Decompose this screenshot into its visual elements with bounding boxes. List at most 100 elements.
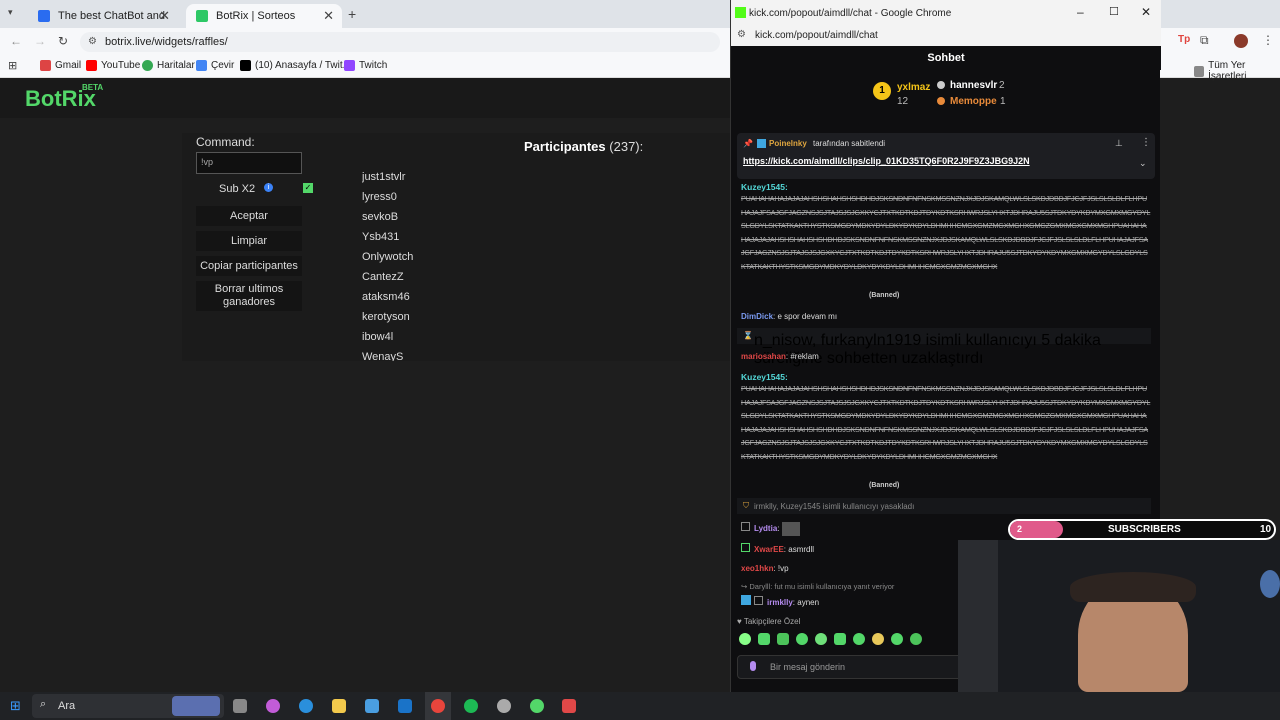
store-icon[interactable] (365, 699, 379, 713)
bookmark-twitch[interactable]: Twitch (344, 60, 387, 71)
notice-text: n_nisow, furkanyln1919 isimli kullanıcıy… (754, 332, 1101, 367)
site-info-icon[interactable]: ⚙ (88, 32, 97, 52)
kick-app-icon[interactable] (530, 699, 544, 713)
extension-icon[interactable]: Tp (1178, 34, 1190, 45)
bookmark-all[interactable]: Tüm Yer İşaretleri (1194, 60, 1280, 82)
new-tab-icon[interactable]: + (348, 6, 356, 22)
notice-text: irmklly, Kuzey1545 isimli kullanıcıyı ya… (754, 502, 915, 511)
pinned-link[interactable]: https://kick.com/aimdll/clips/clip_01KD3… (743, 156, 1030, 166)
message-text: : !vp (773, 564, 789, 573)
pinned-suffix: tarafından sabitlendi (813, 139, 886, 148)
list-item: ataksm46 (362, 291, 410, 303)
windows-start-icon[interactable]: ⊞ (10, 698, 21, 714)
extensions-icon[interactable]: ⧉ (1200, 33, 1209, 48)
maximize-icon[interactable]: ☐ (1109, 5, 1119, 18)
emote-icon[interactable] (853, 633, 865, 645)
apps-icon[interactable]: ⊞ (8, 59, 17, 72)
forward-icon[interactable]: → (34, 34, 46, 48)
twitch-icon (344, 60, 355, 71)
message-user[interactable]: Kuzey1545: (741, 372, 1151, 382)
bookmark-maps[interactable]: Haritalar (142, 60, 195, 71)
message-user[interactable]: xeo1hkn (741, 564, 773, 573)
menu-icon[interactable]: ⋮ (1262, 33, 1274, 47)
info-icon[interactable]: i (264, 183, 273, 192)
copilot-icon[interactable] (266, 699, 280, 713)
command-label: Command: (196, 135, 255, 149)
emote-icon[interactable] (758, 633, 770, 645)
supporter-name: hannesvlr (950, 80, 998, 91)
command-input[interactable]: !vp (196, 152, 302, 174)
participants-list[interactable]: just1stvlr lyress0 sevkoB Ysb431 Onlywot… (362, 171, 562, 361)
message-user[interactable]: Lydtia (754, 524, 777, 533)
followers-only-notice: ♥ Takipçilere Özel (737, 617, 800, 626)
bookmark-translate[interactable]: Çevir (196, 60, 234, 71)
badge-icon (754, 596, 763, 605)
url-field[interactable]: ⚙ botrix.live/widgets/raffles/ (80, 32, 720, 52)
chevron-down-icon[interactable]: ⌄ (1139, 158, 1147, 169)
chat-input[interactable]: Bir mesaj gönderin (737, 655, 967, 679)
close-icon[interactable]: ✕ (159, 8, 170, 24)
emote-icon[interactable] (739, 633, 751, 645)
page-content: BotRix BETA Command: !vp Sub X2 i ✓ Acep… (0, 78, 730, 692)
emote-icon[interactable] (910, 633, 922, 645)
tab-list-icon[interactable]: ▾ (8, 7, 13, 18)
chrome-icon[interactable] (431, 699, 445, 713)
hourglass-icon: ⌛ (743, 331, 753, 340)
spotify-icon[interactable] (464, 699, 478, 713)
bookmark-label: Tüm Yer İşaretleri (1208, 60, 1247, 82)
emote-icon[interactable] (872, 633, 884, 645)
supporter-count: 2 (999, 80, 1005, 91)
message-user[interactable]: irmklly (767, 598, 793, 607)
subscribers-label: SUBSCRIBERS (1108, 524, 1181, 535)
back-icon[interactable]: ← (10, 34, 22, 48)
site-header: BotRix BETA (0, 78, 730, 118)
emote-icon[interactable] (815, 633, 827, 645)
list-item: WenayS (362, 351, 404, 361)
search-icon: ⌕ (40, 698, 47, 710)
pin-icon[interactable]: ⊥ (1115, 138, 1123, 149)
pinned-by-user[interactable]: Poinelnky (769, 139, 807, 148)
bookmark-youtube[interactable]: YouTube (86, 60, 140, 71)
message-user[interactable]: Kuzey1545: (741, 182, 1151, 192)
task-view-icon[interactable] (233, 699, 247, 713)
medal-icon (937, 81, 945, 89)
microphone-icon[interactable] (750, 661, 756, 671)
tab-chatbot[interactable]: The best ChatBot and Widgets ✕ (28, 4, 178, 28)
obs-icon[interactable] (497, 699, 511, 713)
close-icon[interactable]: ✕ (1141, 5, 1151, 19)
top-supporter-first[interactable]: 1 (873, 76, 899, 102)
message-user[interactable]: XwarEE (754, 545, 784, 554)
close-icon[interactable]: ✕ (323, 8, 334, 24)
emote-icon[interactable] (777, 633, 789, 645)
more-options-icon[interactable]: ⋮ (1141, 137, 1151, 148)
emote-icon[interactable] (796, 633, 808, 645)
gmail-icon (40, 60, 51, 71)
reply-notice: ↪ Darylll: fut mu isimli kullanıcıya yan… (741, 582, 894, 591)
avatar[interactable] (1234, 34, 1248, 48)
minimize-icon[interactable]: – (1077, 5, 1084, 19)
clear-button[interactable]: Limpiar (196, 231, 302, 251)
bookmark-gmail[interactable]: Gmail (40, 60, 81, 71)
notice-text: Takipçilere Özel (743, 617, 801, 626)
timeout-notice: ⌛ n_nisow, furkanyln1919 isimli kullanıc… (737, 328, 1151, 367)
tab-botrix[interactable]: BotRix | Sorteos ✕ (186, 4, 342, 28)
participants-count: (237): (609, 139, 644, 154)
chat-url: kick.com/popout/aimdll/chat (755, 30, 878, 41)
reload-icon[interactable]: ↻ (58, 34, 68, 48)
bookmark-x[interactable]: (10) Anasayfa / Twit... (240, 60, 351, 71)
edge-icon[interactable] (299, 699, 313, 713)
file-explorer-icon[interactable] (332, 699, 346, 713)
sub-x2-checkbox[interactable]: ✓ (303, 183, 313, 193)
site-info-icon[interactable]: ⚙ (737, 29, 746, 40)
taskbar-search[interactable]: ⌕ Ara (32, 694, 224, 718)
message-user[interactable]: mariosahan (741, 352, 786, 361)
accept-button[interactable]: Aceptar (196, 206, 302, 226)
message-user[interactable]: DimDick (741, 312, 773, 321)
bookmark-label: Çevir (211, 60, 235, 71)
app-icon[interactable] (562, 699, 576, 713)
outlook-icon[interactable] (398, 699, 412, 713)
clear-winners-button[interactable]: Borrar ultimos ganadores (196, 281, 302, 311)
copy-participants-button[interactable]: Copiar participantes (196, 256, 302, 276)
emote-icon[interactable] (834, 633, 846, 645)
emote-icon[interactable] (891, 633, 903, 645)
